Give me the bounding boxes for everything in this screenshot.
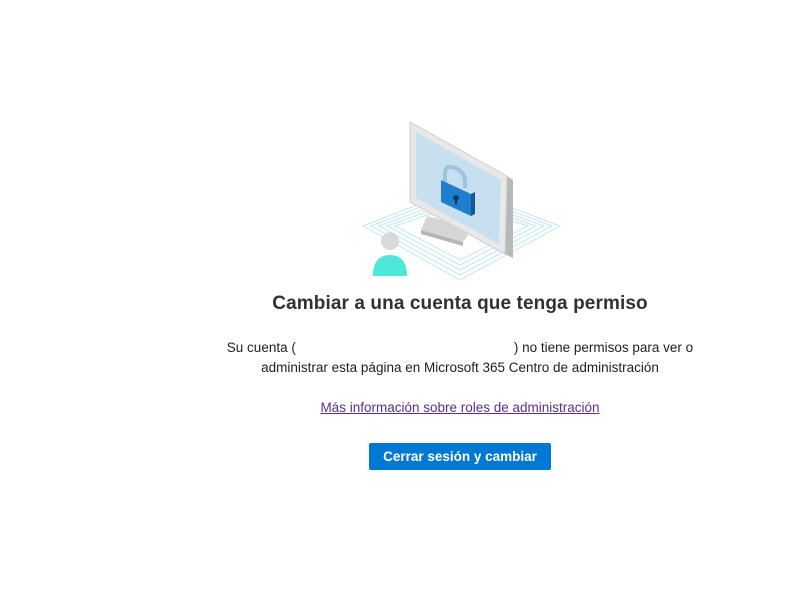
permission-description: Su cuenta () no tiene permisos para ver … (220, 338, 700, 378)
locked-computer-icon (361, 121, 562, 281)
sign-out-switch-button[interactable]: Cerrar sesión y cambiar (369, 443, 551, 470)
page-title: Cambiar a una cuenta que tenga permiso (272, 293, 648, 314)
admin-roles-link[interactable]: Más información sobre roles de administr… (0, 400, 787, 415)
permission-page: Cambiar a una cuenta que tenga permiso S… (0, 0, 787, 610)
description-prefix: Su cuenta ( (226, 340, 296, 355)
account-redacted (296, 341, 514, 355)
